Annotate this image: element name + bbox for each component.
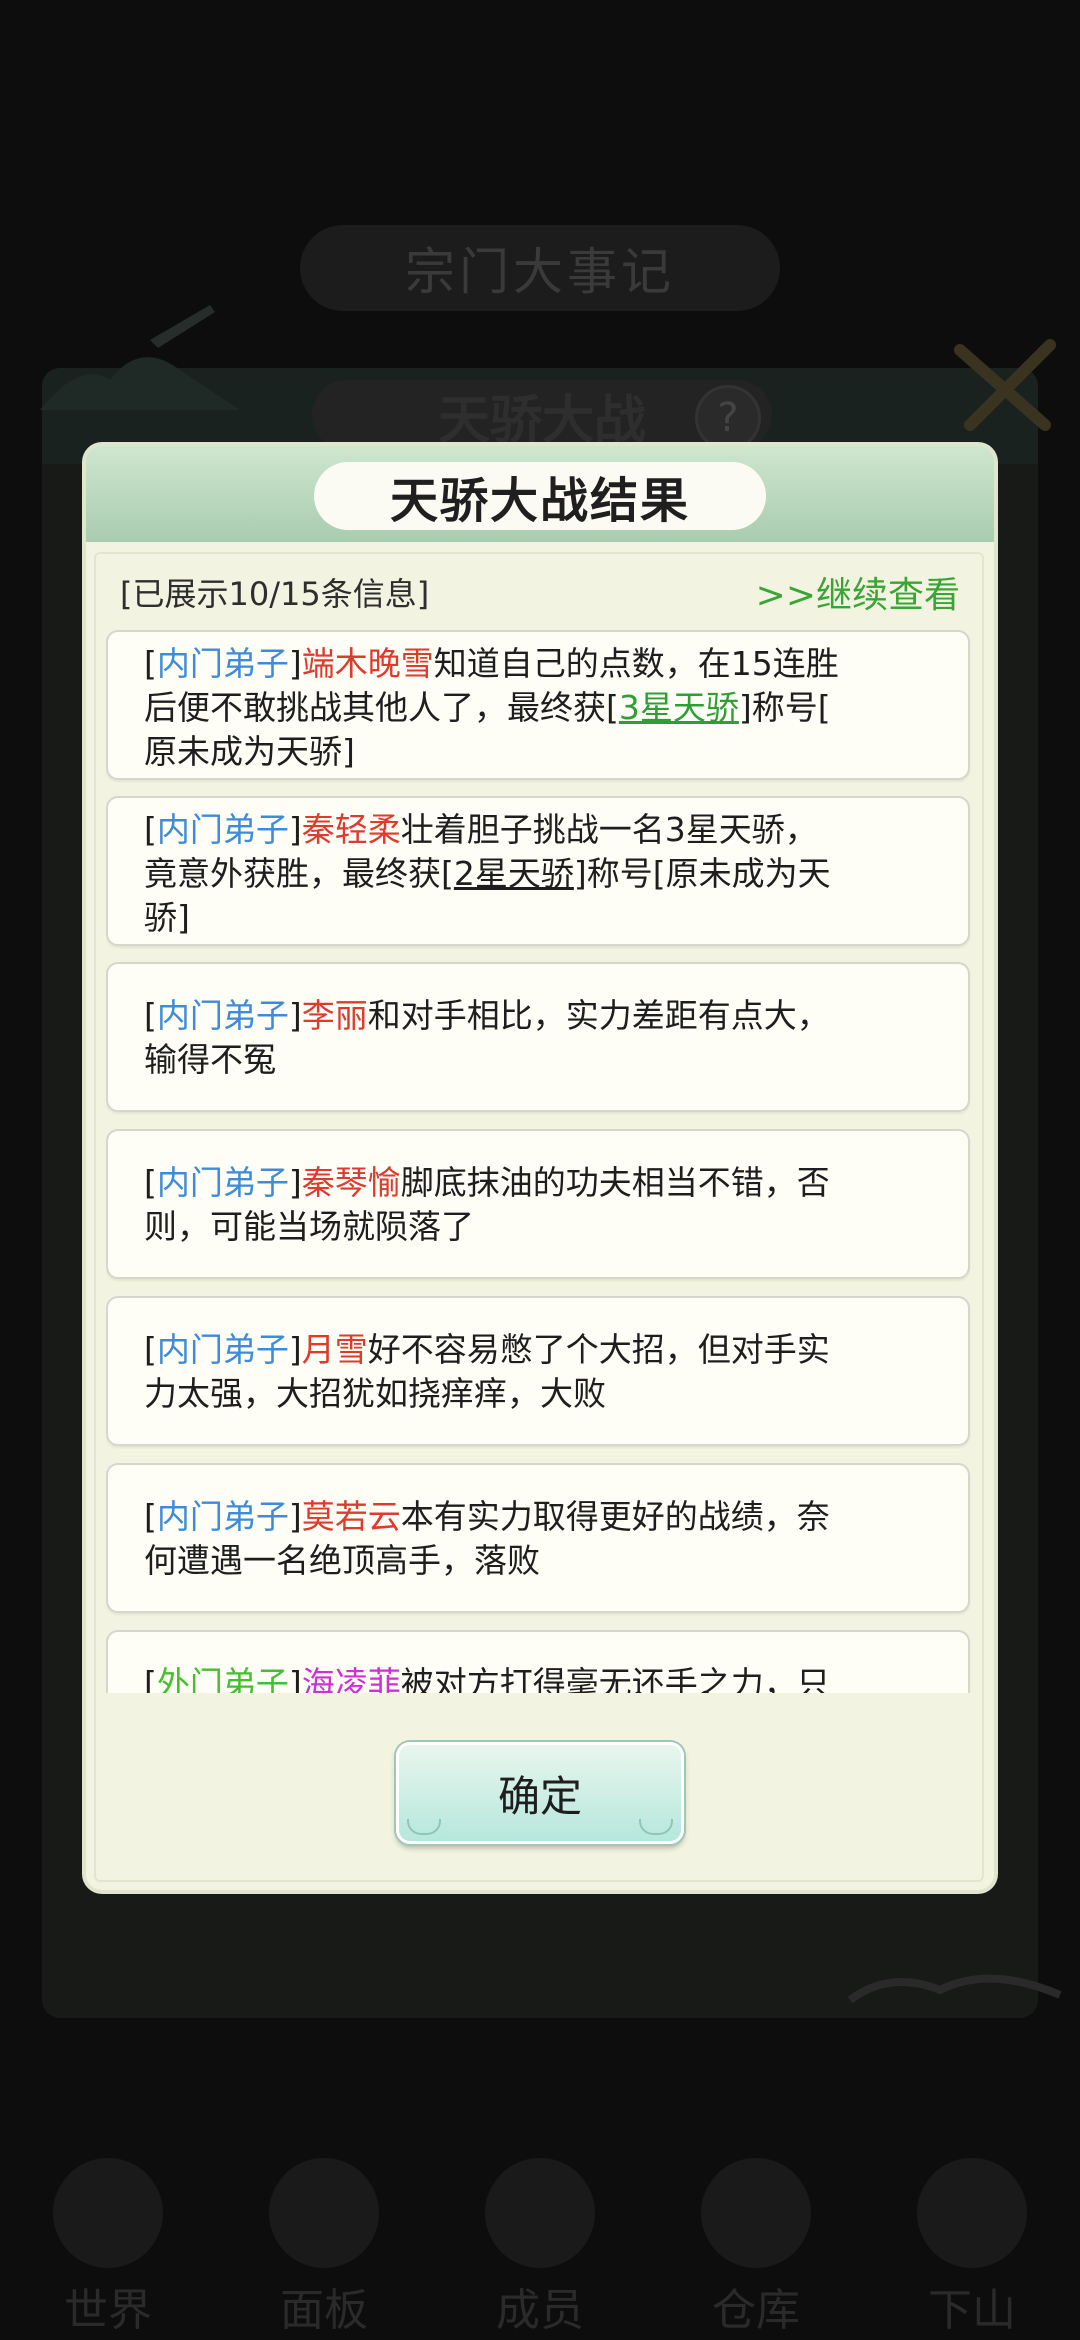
entry-text: 脚底抹油的功夫相当不错，否 [400,1163,830,1202]
title-link[interactable]: 2星天骄 [454,854,574,893]
cloud-decoration-icon [847,1974,1062,2004]
disciple-name: 李丽 [301,996,368,1035]
entry-text: 壮着胆子挑战一名3星天骄， [400,810,818,849]
descend-icon [917,2158,1027,2268]
confirm-button[interactable]: 确定 [396,1742,684,1844]
shown-count-text: [已展示10/15条信息] [120,575,430,613]
nav-item-members: 成员 [450,2140,630,2340]
list-item: [内门弟子]秦琴愉脚底抹油的功夫相当不错，否 则，可能当场就陨落了 [106,1129,970,1279]
panel-icon [269,2158,379,2268]
confirm-label: 确定 [497,1771,582,1821]
mountain-sword-decoration-icon [40,305,240,410]
nav-label: 仓库 [712,2285,800,2336]
rank-label: 外门弟子 [156,1664,289,1693]
disciple-name: 端木晚雪 [301,644,434,683]
entry-text: 原未成为天骄] [144,732,355,771]
nav-label: 面板 [280,2285,368,2336]
entry-text: 输得不冤 [144,1040,276,1079]
bottom-navigation: 世界 面板 成员 仓库 下山 [0,2140,1080,2340]
warehouse-icon [701,2158,811,2268]
entry-text: 力太强，大招犹如挠痒痒，大败 [144,1374,606,1413]
background-page-title: 宗门大事记 [300,225,780,311]
entry-text: 何遭遇一名绝顶高手，落败 [144,1541,540,1580]
corner-ornament-icon [639,1819,673,1835]
entry-text: ]称号[原未成为天 [573,854,831,893]
corner-ornament-icon [407,1819,441,1835]
dialog-header: 天骄大战结果 [86,446,994,542]
entry-text: 知道自己的点数，在15连胜 [433,644,839,683]
list-item: [内门弟子]秦轻柔壮着胆子挑战一名3星天骄， 竟意外获胜，最终获[2星天骄]称号… [106,796,970,946]
entry-text: 和对手相比，实力差距有点大， [367,996,830,1035]
disciple-name: 海凌菲 [301,1664,401,1693]
rank-label: 内门弟子 [156,996,289,1035]
status-row: [已展示10/15条信息] >>继续查看 [120,564,960,620]
entry-text: 竟意外获胜，最终获[ [144,854,454,893]
entry-text: ]称号[ [738,688,831,727]
rank-label: 内门弟子 [156,644,289,683]
results-list[interactable]: [内门弟子]端木晚雪知道自己的点数，在15连胜 后便不敢挑战其他人了，最终获[3… [106,630,976,1693]
rank-label: 内门弟子 [156,1330,289,1369]
rank-label: 内门弟子 [156,1163,289,1202]
entry-text: 被对方打得毫无还手之力，只 [400,1664,830,1693]
nav-label: 世界 [64,2285,152,2336]
list-item: [内门弟子]李丽和对手相比，实力差距有点大， 输得不冤 [106,962,970,1112]
list-item: [外门弟子]海凌菲被对方打得毫无还手之力，只 [106,1630,970,1693]
entry-text: 则，可能当场就陨落了 [144,1207,474,1246]
nav-label: 成员 [496,2285,584,2336]
list-item: [内门弟子]端木晚雪知道自己的点数，在15连胜 后便不敢挑战其他人了，最终获[3… [106,630,970,780]
list-item: [内门弟子]莫若云本有实力取得更好的战绩，奈 何遭遇一名绝顶高手，落败 [106,1463,970,1613]
entry-text: 好不容易憋了个大招，但对手实 [367,1330,830,1369]
nav-item-world: 世界 [18,2140,198,2340]
nav-item-descend: 下山 [882,2140,1062,2340]
disciple-name: 月雪 [301,1330,368,1369]
disciple-name: 秦琴愉 [301,1163,401,1202]
continue-viewing-link[interactable]: >>继续查看 [756,566,960,618]
dialog-title: 天骄大战结果 [314,462,766,530]
help-icon: ? [695,385,761,451]
entry-text: 骄] [144,898,190,937]
disciple-name: 秦轻柔 [301,810,401,849]
world-icon [53,2158,163,2268]
entry-text: 本有实力取得更好的战绩，奈 [400,1497,830,1536]
title-link[interactable]: 3星天骄 [619,688,739,727]
nav-item-warehouse: 仓库 [666,2140,846,2340]
list-item: [内门弟子]月雪好不容易憋了个大招，但对手实 力太强，大招犹如挠痒痒，大败 [106,1296,970,1446]
rank-label: 内门弟子 [156,810,289,849]
disciple-name: 莫若云 [301,1497,401,1536]
nav-label: 下山 [928,2285,1016,2336]
entry-text: 后便不敢挑战其他人了，最终获[ [144,688,619,727]
nav-item-panel: 面板 [234,2140,414,2340]
battle-results-dialog: 天骄大战结果 [已展示10/15条信息] >>继续查看 [内门弟子]端木晚雪知道… [86,446,994,1890]
crossed-swords-icon [954,339,1056,431]
members-icon [485,2158,595,2268]
rank-label: 内门弟子 [156,1497,289,1536]
